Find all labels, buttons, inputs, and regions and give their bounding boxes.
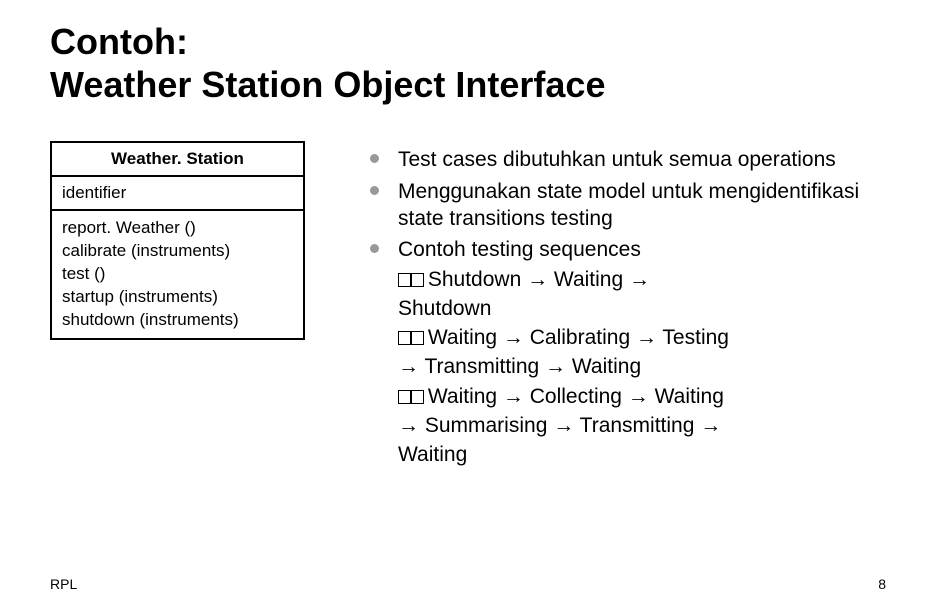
bullet-list: Test cases dibutuhkan untuk semua operat…: [370, 146, 886, 468]
bullet-text: Menggunakan state model untuk mengidenti…: [398, 180, 859, 230]
title-line-1: Contoh:: [50, 21, 188, 62]
box-icon: [410, 390, 424, 404]
bullet-item: Contoh testing sequences Shutdown → Wait…: [370, 236, 886, 468]
uml-op: test (): [62, 263, 293, 286]
sequence-text: Waiting → Calibrating → Testing: [428, 326, 729, 349]
sequence-text: Waiting → Collecting → Waiting: [428, 385, 724, 408]
uml-op: report. Weather (): [62, 217, 293, 240]
bullet-text: Contoh testing sequences: [398, 238, 641, 261]
right-column: Test cases dibutuhkan untuk semua operat…: [370, 141, 886, 472]
sequence-text: → Transmitting → Waiting: [398, 355, 641, 378]
uml-op: calibrate (instruments): [62, 240, 293, 263]
box-icon: [410, 273, 424, 287]
sequence-line: Waiting: [398, 441, 886, 468]
sequence-text: Shutdown: [398, 297, 491, 320]
uml-op: startup (instruments): [62, 286, 293, 309]
page-number: 8: [878, 576, 886, 592]
left-column: Weather. Station identifier report. Weat…: [50, 141, 310, 472]
bullet-dot-icon: [370, 186, 379, 195]
slide-content: Weather. Station identifier report. Weat…: [50, 141, 886, 472]
bullet-item: Menggunakan state model untuk mengidenti…: [370, 178, 886, 233]
title-line-2: Weather Station Object Interface: [50, 64, 605, 105]
sequence-text: Shutdown → Waiting →: [428, 268, 650, 291]
bullet-item: Test cases dibutuhkan untuk semua operat…: [370, 146, 886, 173]
slide-title: Contoh: Weather Station Object Interface: [50, 20, 886, 106]
sequence-line: Shutdown: [398, 295, 886, 322]
bullet-dot-icon: [370, 154, 379, 163]
uml-op: shutdown (instruments): [62, 309, 293, 332]
footer-label: RPL: [50, 576, 77, 592]
sequence-line: Waiting → Collecting → Waiting: [398, 383, 886, 410]
box-icon: [410, 331, 424, 345]
bullet-text: Test cases dibutuhkan untuk semua operat…: [398, 148, 836, 171]
sequence-line: → Summarising → Transmitting →: [398, 412, 886, 439]
sequence-line: Shutdown → Waiting →: [398, 266, 886, 293]
bullet-dot-icon: [370, 244, 379, 253]
sequence-text: → Summarising → Transmitting →: [398, 414, 721, 437]
sequence-line: Waiting → Calibrating → Testing: [398, 324, 886, 351]
uml-attribute: identifier: [52, 177, 303, 211]
sequence-line: → Transmitting → Waiting: [398, 353, 886, 380]
uml-operations: report. Weather () calibrate (instrument…: [52, 211, 303, 338]
uml-class-name: Weather. Station: [52, 143, 303, 177]
sequence-text: Waiting: [398, 443, 467, 466]
uml-class-box: Weather. Station identifier report. Weat…: [50, 141, 305, 340]
